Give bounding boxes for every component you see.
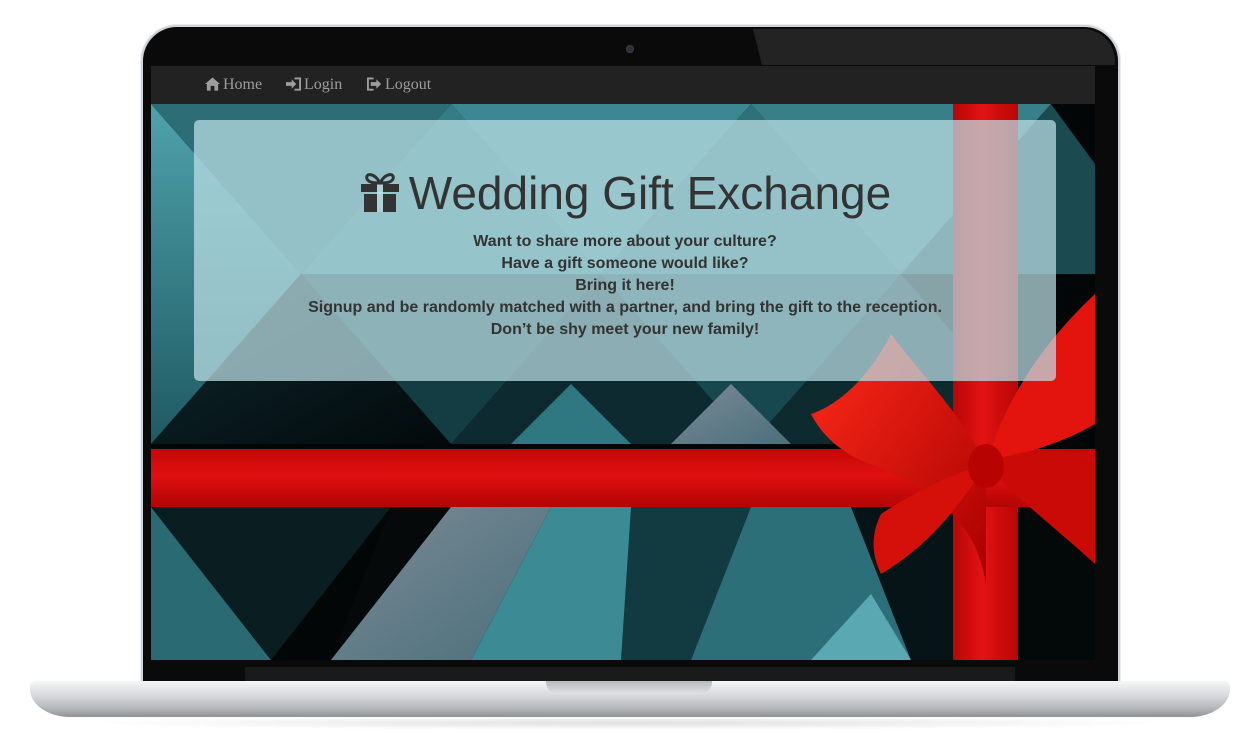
sign-in-icon <box>286 77 302 96</box>
nav-login-label: Login <box>304 76 343 93</box>
tagline-line: Bring it here! <box>575 277 675 294</box>
sign-out-icon <box>367 77 383 96</box>
base-shadow <box>80 716 1180 730</box>
lid-glare <box>753 29 1115 65</box>
nav-login-link[interactable]: Login <box>286 76 342 96</box>
tagline-line: Have a gift someone would like? <box>501 255 749 272</box>
camera-icon <box>626 45 634 53</box>
gift-icon <box>359 169 401 212</box>
tagline-line: Don’t be shy meet your new family! <box>490 321 760 338</box>
tagline-line: Want to share more about your culture? <box>473 233 777 250</box>
nav-home-link[interactable]: Home <box>205 76 262 96</box>
laptop-notch <box>546 681 712 694</box>
nav-home-label: Home <box>223 76 263 93</box>
page-title-text: Wedding Gift Exchange <box>408 167 892 219</box>
nav-logout-label: Logout <box>385 76 432 93</box>
hero-tagline: Want to share more about your culture? H… <box>194 231 1056 341</box>
tagline-line: Signup and be randomly matched with a pa… <box>308 299 942 316</box>
nav-logout-link[interactable]: Logout <box>367 76 431 96</box>
hero-background: Wedding Gift Exchange Want to share more… <box>151 104 1095 660</box>
laptop-chin <box>245 667 1015 681</box>
navbar: Home Login Logout <box>151 66 1095 105</box>
page-title: Wedding Gift Exchange <box>194 166 1056 220</box>
laptop-screen: Home Login Logout Wedding Gift Exchange … <box>151 66 1095 660</box>
home-icon <box>205 77 221 96</box>
hero-jumbotron: Wedding Gift Exchange Want to share more… <box>194 120 1056 381</box>
